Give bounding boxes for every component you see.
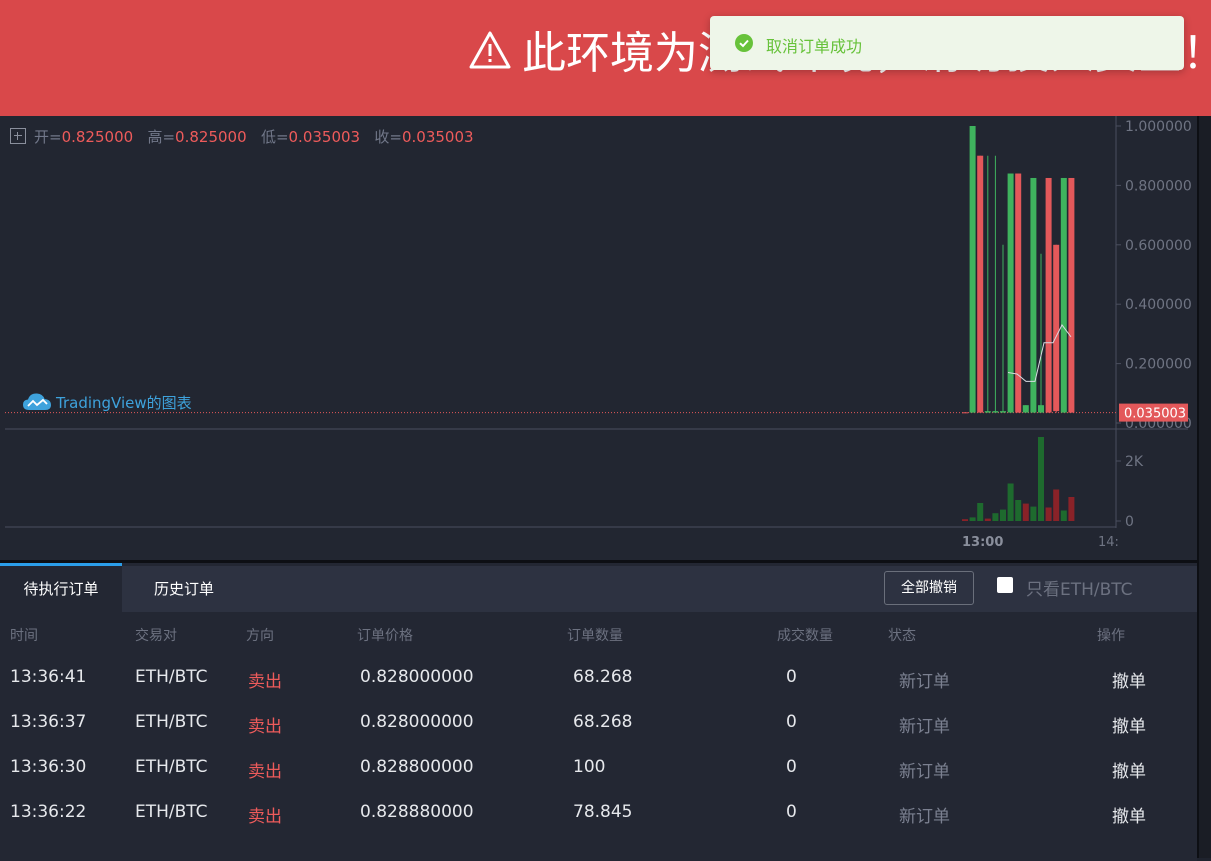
col-price: 订单价格 <box>357 628 413 644</box>
order-side: 卖出 <box>248 672 282 692</box>
candle-body <box>984 411 991 413</box>
order-time: 13:36:37 <box>10 712 87 732</box>
price-tick-label: 0.400000 <box>1125 297 1192 313</box>
cancel-order-button[interactable]: 撤单 <box>1112 667 1146 692</box>
order-amount: 100 <box>573 757 606 777</box>
price-tick-label: 0.800000 <box>1125 178 1192 194</box>
candle-body <box>1038 405 1044 413</box>
col-side: 方向 <box>246 628 274 644</box>
order-time: 13:36:22 <box>10 802 87 822</box>
order-time: 13:36:30 <box>10 757 87 777</box>
volume-bar <box>1060 510 1067 521</box>
filter-label: 只看ETH/BTC <box>1026 580 1133 600</box>
candle-body <box>1045 177 1052 413</box>
col-filled: 成交数量 <box>777 628 833 644</box>
candle-body <box>1007 173 1014 413</box>
candle-body <box>962 412 968 414</box>
volume-bar <box>1053 489 1060 521</box>
warning-icon <box>468 28 512 84</box>
candle-body <box>977 155 984 413</box>
order-status: 新订单 <box>899 807 950 827</box>
success-toast: 取消订单成功 <box>710 16 1184 70</box>
cancel-order-button[interactable]: 撤单 <box>1112 712 1146 737</box>
order-status: 新订单 <box>899 672 950 692</box>
order-price: 0.828000000 <box>360 667 474 687</box>
volume-bar <box>1038 437 1044 521</box>
filter-checkbox[interactable] <box>997 577 1013 593</box>
price-tick-label: 0.600000 <box>1125 238 1192 254</box>
volume-bar <box>1030 506 1037 521</box>
order-price: 0.828000000 <box>360 712 474 732</box>
volume-bar <box>1022 503 1029 521</box>
orders-panel: 待执行订单 历史订单 全部撤销 只看ETH/BTC 时间 交易对 方向 订单价格… <box>0 560 1197 861</box>
candle-body <box>1053 244 1060 412</box>
order-pair: ETH/BTC <box>135 802 208 822</box>
order-filled: 0 <box>786 802 797 822</box>
col-status: 状态 <box>888 628 916 644</box>
volume-bar <box>984 518 991 521</box>
candle-body <box>1022 405 1029 413</box>
col-pair: 交易对 <box>135 628 177 644</box>
order-amount: 68.268 <box>573 712 633 732</box>
candle-body <box>1068 177 1075 413</box>
tab-pending-orders[interactable]: 待执行订单 <box>0 563 122 612</box>
order-price: 0.828880000 <box>360 802 474 822</box>
success-check-icon <box>735 34 753 52</box>
candle-body <box>969 126 976 413</box>
toast-message: 取消订单成功 <box>766 37 863 56</box>
tab-order-history[interactable]: 历史订单 <box>154 566 214 612</box>
cancel-all-button[interactable]: 全部撤销 <box>884 571 974 605</box>
order-pair: ETH/BTC <box>135 757 208 777</box>
cancel-order-button[interactable]: 撤单 <box>1112 802 1146 827</box>
candle-body <box>1000 411 1006 413</box>
candle-body <box>1060 177 1067 413</box>
volume-bar <box>962 519 968 521</box>
volume-bar <box>992 513 999 521</box>
orders-tabbar: 待执行订单 历史订单 全部撤销 只看ETH/BTC <box>0 563 1197 612</box>
time-tick-label: 13:00 <box>962 535 1003 550</box>
order-filled: 0 <box>786 712 797 732</box>
price-tick-label: 1.000000 <box>1125 119 1192 135</box>
order-price: 0.828800000 <box>360 757 474 777</box>
order-amount: 68.268 <box>573 667 633 687</box>
volume-tick-label: 2K <box>1125 454 1144 470</box>
price-tick-label: 0.200000 <box>1125 357 1192 373</box>
order-filled: 0 <box>786 667 797 687</box>
order-filled: 0 <box>786 757 797 777</box>
volume-bar <box>1015 500 1022 521</box>
order-amount: 78.845 <box>573 802 633 822</box>
order-pair: ETH/BTC <box>135 667 208 687</box>
time-tick-label: 14: <box>1098 535 1119 550</box>
order-pair: ETH/BTC <box>135 712 208 732</box>
col-amount: 订单数量 <box>567 628 623 644</box>
order-side: 卖出 <box>248 762 282 782</box>
right-panel-edge <box>1197 116 1211 858</box>
volume-bar <box>1000 509 1006 521</box>
price-chart-svg: 1.000000 0.800000 0.600000 0.400000 0.200000… <box>5 116 1192 550</box>
cancel-order-button[interactable]: 撤单 <box>1112 757 1146 782</box>
volume-bar <box>1007 483 1014 521</box>
col-time: 时间 <box>10 628 38 644</box>
col-action: 操作 <box>1097 628 1125 644</box>
order-side: 卖出 <box>248 807 282 827</box>
volume-tick-label: 0 <box>1125 514 1134 530</box>
volume-bar <box>977 503 984 521</box>
volume-bar <box>969 517 976 521</box>
volume-bar <box>1045 507 1052 521</box>
order-status: 新订单 <box>899 717 950 737</box>
last-price-label: 0.035003 <box>1124 407 1186 422</box>
order-status: 新订单 <box>899 762 950 782</box>
volume-bar <box>1068 497 1075 521</box>
candle-body <box>992 411 999 413</box>
tradingview-chart[interactable]: 开=0.825000 高=0.825000 低=0.035003 收=0.035… <box>0 116 1197 560</box>
order-time: 13:36:41 <box>10 667 87 687</box>
order-side: 卖出 <box>248 717 282 737</box>
